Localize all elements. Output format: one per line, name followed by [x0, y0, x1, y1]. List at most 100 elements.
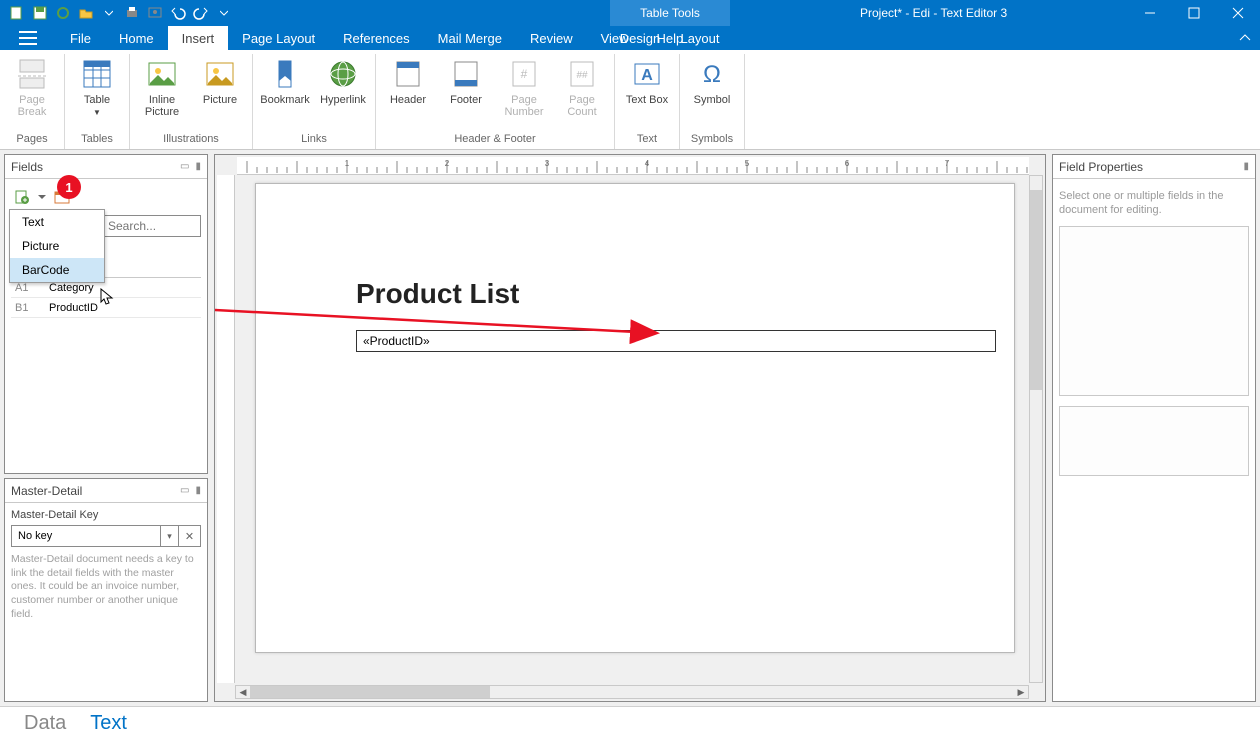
ribbon-button-label: Symbol	[694, 94, 731, 106]
picture-button[interactable]: Picture	[196, 58, 244, 106]
svg-text:#: #	[521, 67, 528, 81]
chevron-down-icon[interactable]	[213, 2, 235, 24]
chevron-down-icon[interactable]: ▾	[161, 525, 179, 547]
tab-references[interactable]: References	[329, 26, 423, 50]
md-help-text: Master-Detail document needs a key to li…	[11, 553, 201, 621]
tab-insert[interactable]: Insert	[168, 26, 229, 50]
ribbon-group-label: Header & Footer	[454, 131, 535, 149]
qat-undo-icon[interactable]	[167, 2, 189, 24]
symbol-button[interactable]: Ω Symbol	[688, 58, 736, 106]
page-number-icon: #	[508, 58, 540, 90]
hyperlink-button[interactable]: Hyperlink	[319, 58, 367, 106]
close-button[interactable]	[1216, 0, 1260, 26]
panel-pin-icon[interactable]: ▮	[195, 161, 201, 172]
bottom-tab-text[interactable]: Text	[90, 712, 127, 735]
annotation-badge: 1	[57, 175, 81, 199]
bottom-tab-data[interactable]: Data	[24, 712, 66, 735]
ribbon-button-label: Text Box	[626, 94, 668, 106]
inline-picture-icon	[146, 58, 178, 90]
minimize-button[interactable]	[1128, 0, 1172, 26]
svg-text:2: 2	[445, 159, 450, 168]
master-detail-panel: Master-Detail ▭ ▮ Master-Detail Key No k…	[4, 478, 208, 702]
horizontal-ruler[interactable]: 1234567	[237, 157, 1029, 175]
dropdown-item-text[interactable]: Text	[10, 210, 104, 234]
svg-text:7: 7	[945, 159, 950, 168]
tab-layout[interactable]: Layout	[670, 26, 730, 50]
ribbon-group-label: Text	[637, 131, 657, 149]
field-index: B1	[11, 302, 49, 314]
master-detail-title: Master-Detail	[11, 484, 82, 498]
qat-new-icon[interactable]	[6, 2, 28, 24]
tab-design[interactable]: Design	[610, 26, 670, 50]
panel-pin-icon[interactable]: ▮	[1243, 161, 1249, 172]
field-index: A1	[11, 282, 49, 294]
qat-print-icon[interactable]	[121, 2, 143, 24]
inline-picture-button[interactable]: Inline Picture	[138, 58, 186, 118]
document-page[interactable]: Product List «ProductID»	[255, 183, 1015, 653]
tab-mail-merge[interactable]: Mail Merge	[424, 26, 516, 50]
page-break-icon	[16, 58, 48, 90]
md-key-clear-button[interactable]: ✕	[179, 525, 201, 547]
ribbon-tabs: File Home Insert Page Layout References …	[0, 26, 1260, 50]
field-properties-panel: Field Properties ▮ Select one or multipl…	[1052, 154, 1256, 702]
scroll-left-icon[interactable]: ◀	[236, 686, 250, 698]
text-box-button[interactable]: A Text Box	[623, 58, 671, 106]
context-tab-title: Table Tools	[610, 0, 730, 26]
field-properties-box	[1059, 406, 1249, 476]
ribbon-group-label: Tables	[81, 131, 113, 149]
svg-text:1: 1	[345, 159, 350, 168]
field-properties-title: Field Properties	[1059, 160, 1143, 174]
tab-home[interactable]: Home	[105, 26, 168, 50]
table-cell[interactable]: «ProductID»	[357, 331, 995, 351]
panel-window-icon[interactable]: ▭	[180, 161, 189, 172]
qat-save-icon[interactable]	[29, 2, 51, 24]
md-key-select[interactable]: No key	[11, 525, 161, 547]
page-break-button: Page Break	[8, 58, 56, 118]
qat-refresh-icon[interactable]	[52, 2, 74, 24]
tab-review[interactable]: Review	[516, 26, 587, 50]
panel-window-icon[interactable]: ▭	[180, 485, 189, 496]
picture-icon	[204, 58, 236, 90]
bookmark-button[interactable]: Bookmark	[261, 58, 309, 106]
table-button[interactable]: Table▼	[73, 58, 121, 118]
svg-text:A: A	[641, 67, 653, 84]
document-table[interactable]: «ProductID»	[356, 330, 996, 352]
svg-text:Ω: Ω	[703, 61, 721, 88]
qat-open-icon[interactable]	[75, 2, 97, 24]
fields-panel-title: Fields	[11, 160, 43, 174]
add-field-button[interactable]	[11, 186, 33, 208]
panel-pin-icon[interactable]: ▮	[195, 485, 201, 496]
ribbon-collapse-icon[interactable]	[1230, 26, 1260, 50]
bottom-tabs: Data Text	[0, 706, 1260, 740]
field-name: Category	[49, 282, 201, 294]
ribbon-button-label: Page Number	[500, 94, 548, 118]
chevron-down-icon[interactable]	[98, 2, 120, 24]
field-properties-box	[1059, 226, 1249, 396]
qat-redo-icon[interactable]	[190, 2, 212, 24]
document-heading: Product List	[356, 278, 519, 310]
field-properties-hint: Select one or multiple fields in the doc…	[1059, 185, 1249, 226]
svg-text:6: 6	[845, 159, 850, 168]
scroll-right-icon[interactable]: ▶	[1014, 686, 1028, 698]
fields-row[interactable]: B1ProductID	[11, 298, 201, 318]
file-menu-button[interactable]	[0, 26, 56, 50]
ribbon-button-label: Footer	[450, 94, 482, 106]
fields-panel: Fields ▭ ▮ 1 TextPictureBarCode A1Catego…	[4, 154, 208, 474]
footer-button[interactable]: Footer	[442, 58, 490, 106]
svg-text:3: 3	[545, 159, 550, 168]
tab-page-layout[interactable]: Page Layout	[228, 26, 329, 50]
vertical-ruler[interactable]	[217, 175, 235, 683]
qat-preview-icon[interactable]	[144, 2, 166, 24]
dropdown-item-picture[interactable]: Picture	[10, 234, 104, 258]
add-field-dropdown-icon[interactable]	[37, 186, 47, 208]
add-field-dropdown: TextPictureBarCode	[9, 209, 105, 283]
maximize-button[interactable]	[1172, 0, 1216, 26]
header-button[interactable]: Header	[384, 58, 432, 106]
ribbon-button-label: Hyperlink	[320, 94, 366, 106]
fields-search-input[interactable]	[101, 215, 201, 237]
horizontal-scrollbar[interactable]: ◀ ▶	[235, 685, 1029, 699]
dropdown-item-barcode[interactable]: BarCode	[10, 258, 104, 282]
vertical-scrollbar[interactable]	[1029, 175, 1043, 683]
tab-file[interactable]: File	[56, 26, 105, 50]
ribbon-button-label: Page Break	[8, 94, 56, 118]
